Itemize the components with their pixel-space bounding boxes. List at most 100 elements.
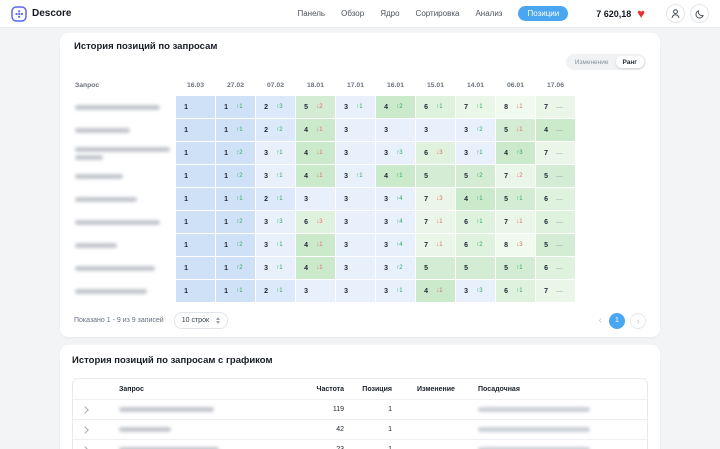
chart-table-row[interactable]: 119 1 [73, 399, 647, 419]
nav-item-3[interactable]: Ядро [380, 9, 399, 18]
toggle-option-2[interactable]: Ранг [615, 56, 644, 68]
nav-item-1[interactable]: Панель [297, 9, 325, 18]
position-cell: 2 ↑3 [256, 96, 295, 118]
position-cell: 5 ↓2 [296, 96, 335, 118]
position-cell: 7 ↓1 [416, 211, 455, 233]
position-change: ↓1 [316, 242, 323, 248]
position-cell: 3 [336, 257, 375, 279]
query-cell[interactable] [109, 407, 313, 412]
position-value: 1 [224, 241, 229, 249]
position-value: 6 [464, 241, 469, 249]
position-value: 1 [224, 103, 229, 111]
position-change: ↑1 [516, 288, 523, 294]
query-cell[interactable] [74, 280, 175, 302]
position-change: ↑3 [476, 288, 483, 294]
nav-item-6[interactable]: Позиции [518, 6, 569, 21]
date-column-header: 15.01 [426, 82, 444, 89]
position-change: ↑1 [236, 196, 243, 202]
position-change: ↑2 [236, 150, 243, 156]
expand-chevron-icon[interactable] [73, 445, 109, 449]
redacted-query-text [75, 265, 155, 271]
position-cell: 3 ↑3 [376, 142, 415, 164]
date-column-header: 17.06 [546, 82, 564, 89]
position-change: ↑1 [276, 196, 283, 202]
position-value: 2 [264, 195, 269, 203]
position-cell: 3 [336, 211, 375, 233]
nav-item-2[interactable]: Обзор [341, 9, 364, 18]
position-value: 7 [464, 103, 469, 111]
heart-icon[interactable]: ♥ [637, 7, 645, 20]
position-cell: 3 [296, 280, 335, 302]
query-cell[interactable] [74, 142, 175, 164]
position-value: 7 [544, 287, 549, 295]
chart-table-row[interactable]: 42 1 [73, 419, 647, 439]
current-page-button[interactable]: 1 [609, 312, 625, 329]
position-cell: 3 ↑1 [456, 142, 495, 164]
chart-table-row[interactable]: 231 [73, 439, 647, 449]
pagination-summary: Показано 1 - 9 из 9 записей [74, 317, 164, 324]
prev-page-button[interactable]: ‹ [597, 315, 604, 326]
position-value: 1 [224, 264, 229, 272]
position-value: 1 [388, 426, 392, 433]
table-row: 1 1 ↑2 3 ↑3 6 ↓3 3 3 ↑4 7 ↓1 6 ↑1 7 ↓1 6— [74, 211, 646, 233]
position-value: 5 [464, 264, 469, 272]
position-cell: 6— [536, 257, 575, 279]
theme-toggle-button[interactable] [690, 4, 709, 23]
position-value: 1 [224, 218, 229, 226]
position-value: 3 [384, 126, 389, 134]
expand-chevron-icon[interactable] [73, 405, 109, 414]
expand-chevron-icon[interactable] [73, 425, 109, 434]
query-cell[interactable] [74, 165, 175, 187]
position-cell: 2 ↑1 [256, 280, 295, 302]
position-cell: 6 ↑1 [456, 211, 495, 233]
position-change: ↑1 [276, 265, 283, 271]
pagination-bar: Показано 1 - 9 из 9 записей 10 строк ‹ 1… [74, 312, 646, 329]
toggle-option-1[interactable]: Изменение [568, 56, 616, 68]
user-icon [670, 8, 681, 19]
nav-item-5[interactable]: Анализ [475, 9, 502, 18]
position-cell: 6 ↑1 [416, 96, 455, 118]
position-change: — [556, 172, 563, 180]
landing-column-header: Посадочная [478, 385, 520, 393]
position-cell: 3 [336, 119, 375, 141]
position-change: ↑1 [236, 288, 243, 294]
position-cell: 2 ↑1 [256, 188, 295, 210]
frequency-value: 42 [336, 426, 344, 433]
position-value: 1 [184, 195, 189, 203]
landing-cell [463, 427, 647, 432]
position-cell: 5— [536, 165, 575, 187]
position-value: 3 [344, 195, 349, 203]
position-value: 8 [504, 241, 509, 249]
position-cell: 4 ↓1 [296, 119, 335, 141]
toggle-row: Изменение Ранг [74, 54, 646, 70]
chart-table: Запрос Частота Позиция Изменение Посадочная 1… [72, 378, 648, 449]
position-value: 4 [384, 103, 389, 111]
query-cell[interactable] [74, 257, 175, 279]
balance-amount: 7 620,18 [596, 8, 632, 19]
query-cell[interactable] [109, 427, 313, 432]
query-cell[interactable] [74, 234, 175, 256]
query-cell[interactable] [74, 119, 175, 141]
page-content: История позиций по запросам Изменение Ран… [0, 28, 720, 449]
position-cell: 3 ↑1 [256, 142, 295, 164]
query-cell[interactable] [74, 211, 175, 233]
position-cell: 1 ↑2 [216, 211, 255, 233]
query-cell[interactable] [74, 188, 175, 210]
redacted-query-text [119, 427, 171, 432]
next-page-button[interactable]: › [630, 312, 646, 329]
position-value: 7 [504, 218, 509, 226]
account-button[interactable] [666, 4, 685, 23]
position-value: 7 [544, 149, 549, 157]
redacted-landing-url [478, 427, 590, 432]
position-change: — [556, 241, 563, 249]
nav-item-4[interactable]: Сортировка [416, 9, 460, 18]
page-size-select[interactable]: 10 строк [173, 312, 229, 329]
position-cell: 1 [176, 280, 215, 302]
position-value: 5 [504, 195, 509, 203]
redacted-query-text [75, 104, 160, 110]
position-value: 5 [464, 172, 469, 180]
position-change: ↑4 [396, 196, 403, 202]
query-cell[interactable] [74, 96, 175, 118]
position-value: 1 [184, 218, 189, 226]
brand[interactable]: Descore [11, 5, 71, 22]
